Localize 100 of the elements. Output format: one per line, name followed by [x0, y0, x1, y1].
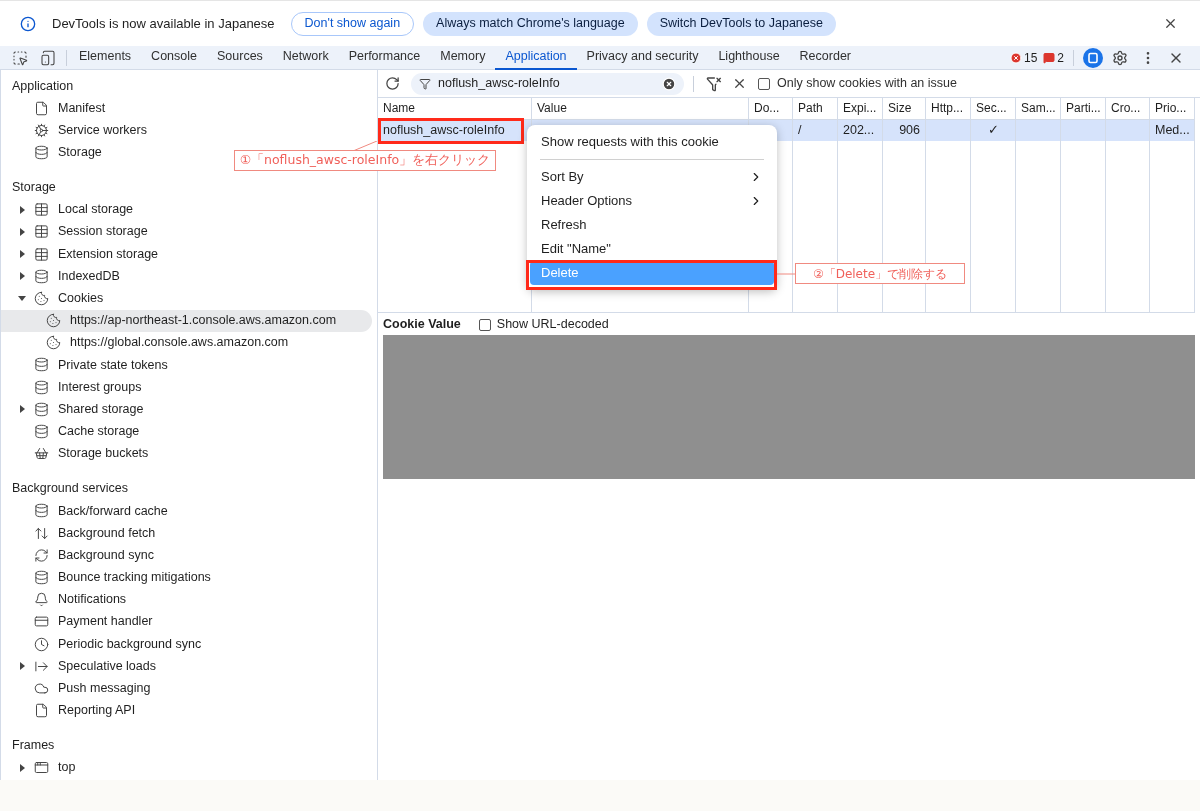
close-icon[interactable]	[1163, 16, 1178, 31]
sidebar-item[interactable]: Background sync	[1, 544, 156, 567]
section-title: Storage	[11, 179, 57, 197]
sidebar-item[interactable]: https://global.console.aws.amazon.com	[1, 331, 291, 354]
leader-line	[777, 273, 795, 275]
section-title: Application	[11, 77, 75, 95]
sidebar-item[interactable]: Storage buckets	[1, 442, 151, 465]
ai-assistant-icon[interactable]	[1083, 47, 1103, 68]
sidebar-item[interactable]: https://ap-northeast-1.console.aws.amazon.com	[1, 309, 372, 332]
tab[interactable]: Privacy and security	[576, 45, 709, 70]
tab[interactable]: Sources	[207, 45, 273, 70]
tab[interactable]: Lighthouse	[708, 45, 790, 70]
menu-item[interactable]: Header Options	[530, 189, 774, 213]
sidebar-item-label: Cache storage	[58, 423, 140, 441]
expand-arrow-icon[interactable]	[18, 294, 26, 303]
expand-arrow-icon[interactable]	[18, 205, 26, 214]
sidebar-item[interactable]: Cookies	[1, 287, 106, 310]
expand-arrow-icon[interactable]	[18, 405, 26, 414]
expand-arrow-icon[interactable]	[18, 250, 26, 259]
sidebar-item[interactable]: Manifest	[1, 97, 108, 120]
tab[interactable]: Application	[495, 45, 577, 70]
sidebar-item-label: Periodic background sync	[58, 635, 202, 653]
menu-item[interactable]: Sort By	[530, 165, 774, 189]
cookie-value-title: Cookie Value	[383, 316, 461, 334]
tab[interactable]: Elements	[69, 45, 142, 70]
column-header[interactable]: Sam...	[1016, 98, 1061, 119]
tab[interactable]: Console	[141, 45, 207, 70]
checkbox[interactable]	[758, 77, 770, 90]
filter-icon	[419, 77, 431, 90]
sidebar-item[interactable]: Background fetch	[1, 522, 158, 545]
expand-arrow-icon[interactable]	[18, 763, 26, 772]
sidebar-item[interactable]: top	[1, 756, 78, 779]
sidebar-item-label: top	[58, 759, 76, 777]
tab[interactable]: Network	[272, 45, 339, 70]
tab[interactable]: Performance	[338, 45, 431, 70]
sidebar-item-label: IndexedDB	[58, 267, 120, 285]
database-icon	[34, 401, 49, 417]
banner-button[interactable]: Switch DevTools to Japanese	[646, 11, 836, 36]
column-header[interactable]: Path	[793, 98, 838, 119]
sidebar-item[interactable]: Session storage	[1, 220, 150, 243]
sidebar-item[interactable]: Payment handler	[1, 610, 155, 633]
column-header[interactable]: Prio...	[1150, 98, 1195, 119]
expand-arrow-icon[interactable]	[18, 272, 26, 281]
device-icon[interactable]	[40, 49, 56, 66]
column-header[interactable]: Name	[378, 98, 532, 119]
sidebar-item[interactable]: Cache storage	[1, 420, 142, 443]
column-header[interactable]: Cro...	[1106, 98, 1150, 119]
sidebar-item[interactable]: Storage	[1, 141, 104, 164]
banner-button[interactable]: Always match Chrome's language	[423, 11, 638, 36]
clear-filter-icon[interactable]	[706, 75, 722, 92]
filter-field[interactable]: noflush_awsc-roleInfo	[411, 72, 684, 95]
tab[interactable]: Memory	[430, 45, 496, 70]
sidebar-item[interactable]: Back/forward cache	[1, 499, 170, 522]
column-header[interactable]: Value	[532, 98, 749, 119]
expand-arrow-icon[interactable]	[18, 662, 26, 671]
table-cell-text: 906	[899, 122, 920, 140]
column-header[interactable]: Do...	[749, 98, 793, 119]
checkbox[interactable]	[478, 318, 491, 331]
inspect-icon[interactable]	[12, 49, 28, 66]
banner-button[interactable]: Don't show again	[290, 11, 415, 36]
sidebar-item[interactable]: Service workers	[1, 119, 149, 142]
column-header[interactable]: Sec...	[971, 98, 1016, 119]
sidebar-item-label: Extension storage	[58, 245, 159, 263]
database-icon	[34, 503, 49, 519]
sidebar-item-label: https://ap-northeast-1.console.aws.amazon.com	[70, 312, 337, 330]
menu-item[interactable]: Edit "Name"	[530, 237, 774, 261]
sidebar-item[interactable]: IndexedDB	[1, 265, 122, 288]
table-cell-text: 202...	[843, 122, 875, 140]
cookie-icon	[46, 313, 61, 329]
issue-icon	[1043, 51, 1056, 64]
column-header[interactable]: Size	[883, 98, 926, 119]
file-icon	[34, 100, 49, 116]
column-header[interactable]: Http...	[926, 98, 971, 119]
sidebar-item[interactable]: Local storage	[1, 198, 136, 221]
issue-count[interactable]: 2	[1057, 48, 1064, 67]
sidebar-item[interactable]: Notifications	[1, 588, 129, 611]
bell-icon	[34, 592, 49, 608]
sidebar-item[interactable]: Private state tokens	[1, 353, 170, 377]
settings-icon[interactable]	[1112, 49, 1128, 66]
sidebar-item[interactable]: Shared storage	[1, 398, 146, 421]
sidebar-item[interactable]: Interest groups	[1, 376, 144, 399]
column-header[interactable]: Parti...	[1061, 98, 1106, 119]
tab[interactable]: Recorder	[789, 45, 861, 70]
clear-icon[interactable]	[662, 76, 676, 91]
sidebar-item[interactable]: Speculative loads	[1, 655, 158, 678]
clear-icon[interactable]	[732, 76, 747, 91]
sidebar-item[interactable]: Periodic background sync	[1, 632, 204, 656]
sidebar-item-label: Speculative loads	[58, 657, 156, 675]
sidebar-item[interactable]: Bounce tracking mitigations	[1, 566, 213, 589]
refresh-icon[interactable]	[385, 76, 400, 91]
menu-item[interactable]: Refresh	[530, 213, 774, 237]
database-icon	[34, 144, 49, 160]
sidebar-item-label: Local storage	[58, 201, 134, 219]
sidebar-item[interactable]: Push messaging	[1, 677, 153, 700]
sidebar-item[interactable]: Reporting API	[1, 699, 138, 722]
checkbox-label: Only show cookies with an issue	[777, 75, 957, 93]
expand-arrow-icon[interactable]	[18, 227, 26, 236]
error-count[interactable]: 15	[1023, 48, 1038, 67]
sidebar-item[interactable]: Extension storage	[1, 242, 161, 266]
column-header[interactable]: Expi...	[838, 98, 883, 119]
